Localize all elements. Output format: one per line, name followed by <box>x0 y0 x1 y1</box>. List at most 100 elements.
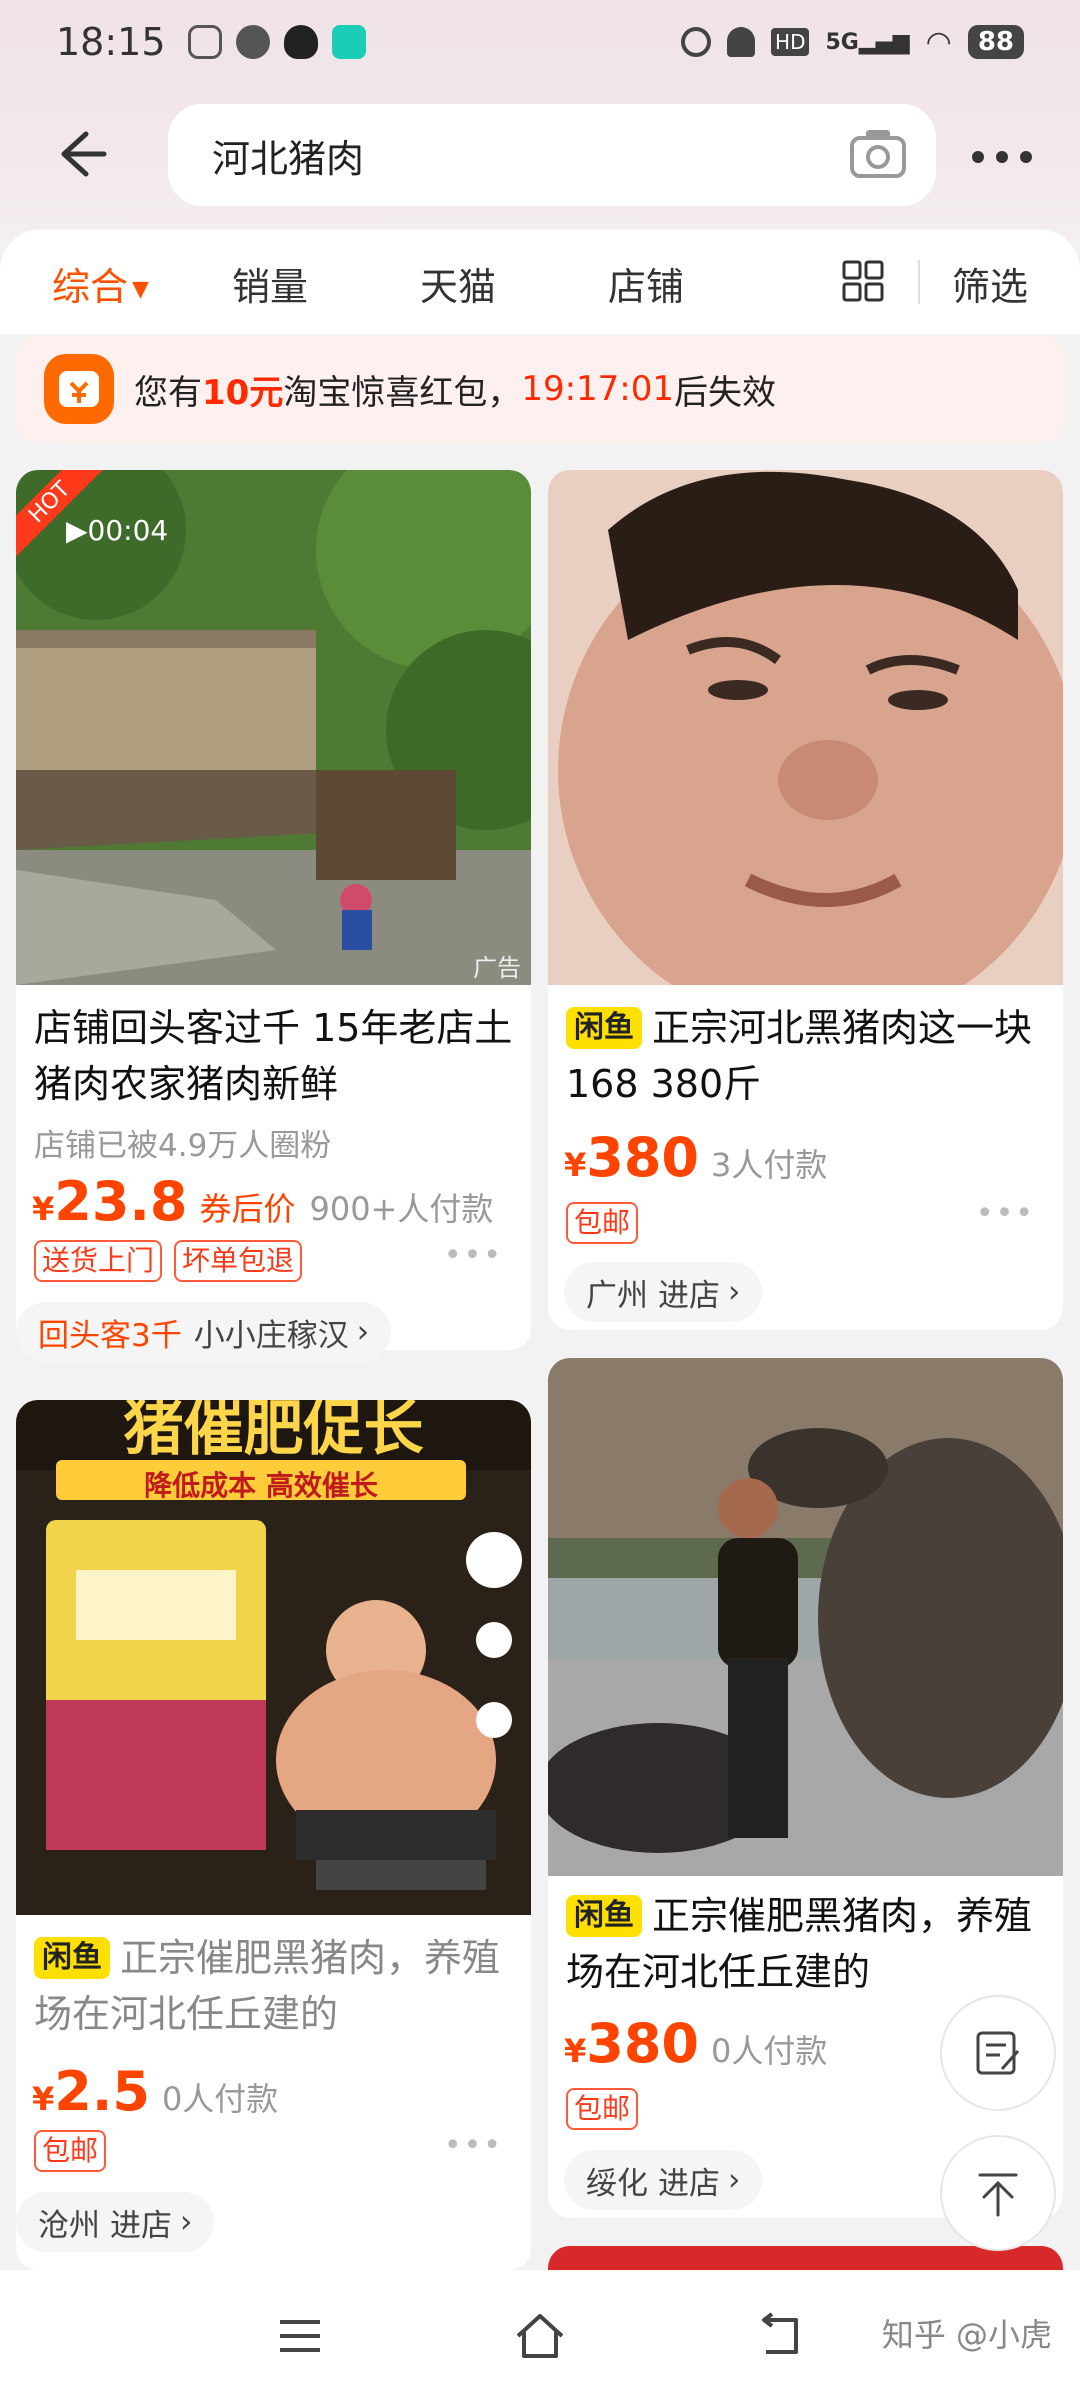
sort-tabs: 综合 ▼ 销量 天猫 店铺 筛选 <box>0 230 1080 334</box>
product-title[interactable]: 闲鱼 正宗催肥黑猪肉，养殖场在河北任丘建的 <box>566 1888 1061 2000</box>
boss-app-icon <box>331 25 366 59</box>
mute-icon <box>727 27 756 57</box>
tab-label: 综合 <box>52 265 129 309</box>
wechat-icon <box>235 25 270 59</box>
ad-tag: 广告 <box>473 954 521 982</box>
image-headline: 猪催肥促长 <box>123 1400 424 1464</box>
shop-link[interactable]: 绥化 进店 › <box>564 2150 763 2210</box>
more-options-icon[interactable]: ••• <box>444 2128 503 2163</box>
more-options-icon[interactable]: ••• <box>976 1196 1035 1231</box>
price-row: ¥ 2.5 0人付款 <box>32 2060 278 2123</box>
badge-row: 包邮 <box>566 1202 639 1244</box>
product-subtitle: 店铺已被4.9万人圈粉 <box>34 1128 332 1164</box>
back-icon[interactable] <box>752 2308 808 2364</box>
service-badge: 包邮 <box>566 2088 639 2130</box>
xianyu-tag: 闲鱼 <box>566 1895 642 1937</box>
more-options-icon[interactable]: ••• <box>444 1238 503 1273</box>
back-to-top-button[interactable] <box>940 2135 1056 2251</box>
chevron-right-icon: › <box>728 1274 741 1310</box>
product-title[interactable]: 闲鱼 正宗河北黑猪肉这一块168 380斤 <box>566 1000 1061 1112</box>
arrow-up-icon <box>978 2173 1018 2217</box>
product-image[interactable]: HOT ▶00:04 广告 <box>16 470 531 985</box>
chevron-right-icon: › <box>356 1314 370 1350</box>
image-banner: 降低成本 高效催长 <box>144 1469 378 1502</box>
price-row: ¥ 23.8 券后价 900+人付款 <box>32 1170 493 1233</box>
watermark: 知乎 @小虎 <box>881 2316 1052 2354</box>
banner-countdown: 19:17:01 <box>521 369 675 409</box>
alarm-icon <box>681 27 712 57</box>
price-row: ¥ 380 0人付款 <box>564 2012 827 2075</box>
badge-row: 送货上门 坏单包退 <box>34 1240 303 1282</box>
currency-symbol: ¥ <box>32 1190 55 1228</box>
shop-link[interactable]: 广州 进店 › <box>564 1262 763 1322</box>
tab-stores[interactable]: 店铺 <box>608 256 684 311</box>
home-icon[interactable] <box>512 2308 568 2364</box>
enter-shop-label: 进店 <box>110 2207 172 2244</box>
status-bar: 18:15 HD 5G▂▄▆ ◠ 88 <box>0 0 1080 84</box>
shop-highlight: 回头客3千 <box>38 1317 182 1354</box>
status-time: 18:15 <box>56 20 166 64</box>
chevron-right-icon: › <box>728 2162 741 2198</box>
product-price: 380 <box>586 2012 699 2075</box>
enter-shop-label: 进店 <box>658 2165 720 2202</box>
currency-symbol: ¥ <box>32 2080 55 2118</box>
banner-middle: 淘宝惊喜红包， <box>283 372 522 413</box>
sold-count: 3人付款 <box>711 1146 828 1184</box>
product-title[interactable]: 闲鱼 正宗催肥黑猪肉，养殖场在河北任丘建的 <box>34 1930 529 2042</box>
product-image[interactable] <box>548 1358 1063 1876</box>
shop-name: 小小庄稼汉 <box>193 1317 349 1354</box>
product-image[interactable]: 猪催肥促长 降低成本 高效催长 <box>16 1400 531 1915</box>
sold-count: 0人付款 <box>711 2032 828 2070</box>
camera-icon[interactable] <box>848 126 908 182</box>
tab-tmall[interactable]: 天猫 <box>420 256 496 311</box>
video-duration-label: 00:04 <box>87 514 169 547</box>
chevron-right-icon: › <box>180 2204 193 2240</box>
grid-view-icon[interactable] <box>842 260 884 302</box>
shop-location: 绥化 <box>586 2165 648 2202</box>
banner-amount: 10元 <box>202 372 284 413</box>
tab-comprehensive[interactable]: 综合 ▼ <box>52 256 149 311</box>
more-icon[interactable] <box>970 136 1034 167</box>
filter-button[interactable]: 筛选 <box>952 256 1028 311</box>
product-price: 2.5 <box>54 2060 150 2123</box>
red-packet-icon <box>44 354 114 424</box>
play-icon: ▶ <box>66 514 88 547</box>
banner-prefix: 您有 <box>134 372 202 413</box>
product-title[interactable]: 店铺回头客过千 15年老店土猪肉农家猪肉新鲜 <box>34 1000 529 1112</box>
badge-row: 包邮 <box>566 2088 639 2130</box>
currency-symbol: ¥ <box>564 2032 587 2070</box>
red-packet-banner[interactable]: 您有 10元 淘宝惊喜红包， 19:17:01 后失效 <box>16 336 1064 442</box>
app-notification-icon <box>187 25 222 59</box>
badge-row: 包邮 <box>34 2130 107 2172</box>
tab-divider <box>918 260 920 304</box>
system-nav-bar: 知乎 @小虎 <box>0 2270 1080 2400</box>
product-card[interactable]: HOT ▶00:04 广告 店铺回头客过千 15年老店土猪肉农家猪肉新鲜 店铺已… <box>16 470 531 1350</box>
product-image[interactable] <box>548 470 1063 985</box>
service-badge: 包邮 <box>566 1202 639 1244</box>
edit-note-icon <box>976 2031 1020 2075</box>
search-row: 河北猪肉 <box>0 100 1080 210</box>
service-badge: 送货上门 <box>34 1240 163 1282</box>
feedback-button[interactable] <box>940 1995 1056 2111</box>
tab-sales[interactable]: 销量 <box>232 256 308 311</box>
search-input[interactable]: 河北猪肉 <box>168 104 936 206</box>
network-type: 5G <box>825 29 859 55</box>
shop-link[interactable]: 沧州 进店 › <box>16 2192 215 2252</box>
product-card[interactable]: 猪催肥促长 降低成本 高效催长 闲鱼 正宗催肥黑猪肉，养殖场在河北任丘建的 ¥ 2… <box>16 1400 531 2270</box>
shop-location: 广州 <box>586 1277 648 1314</box>
hd-icon: HD <box>771 28 810 56</box>
shop-link[interactable]: 回头客3千 小小庄稼汉 › <box>16 1302 392 1362</box>
back-arrow-icon[interactable] <box>48 124 108 184</box>
qq-icon <box>283 25 318 59</box>
product-price: 380 <box>586 1126 699 1189</box>
caret-down-icon: ▼ <box>132 277 149 302</box>
product-card[interactable]: 闲鱼 正宗河北黑猪肉这一块168 380斤 ¥ 380 3人付款 包邮 ••• <box>548 470 1063 1330</box>
enter-shop-label: 进店 <box>658 1277 720 1314</box>
menu-icon[interactable] <box>272 2308 328 2364</box>
xianyu-tag: 闲鱼 <box>34 1937 110 1979</box>
signal-icon: 5G▂▄▆ <box>825 29 910 55</box>
banner-suffix: 后失效 <box>674 372 777 413</box>
service-badge: 坏单包退 <box>174 1240 303 1282</box>
shop-location: 沧州 <box>38 2207 100 2244</box>
wifi-icon: ◠ <box>925 24 952 60</box>
